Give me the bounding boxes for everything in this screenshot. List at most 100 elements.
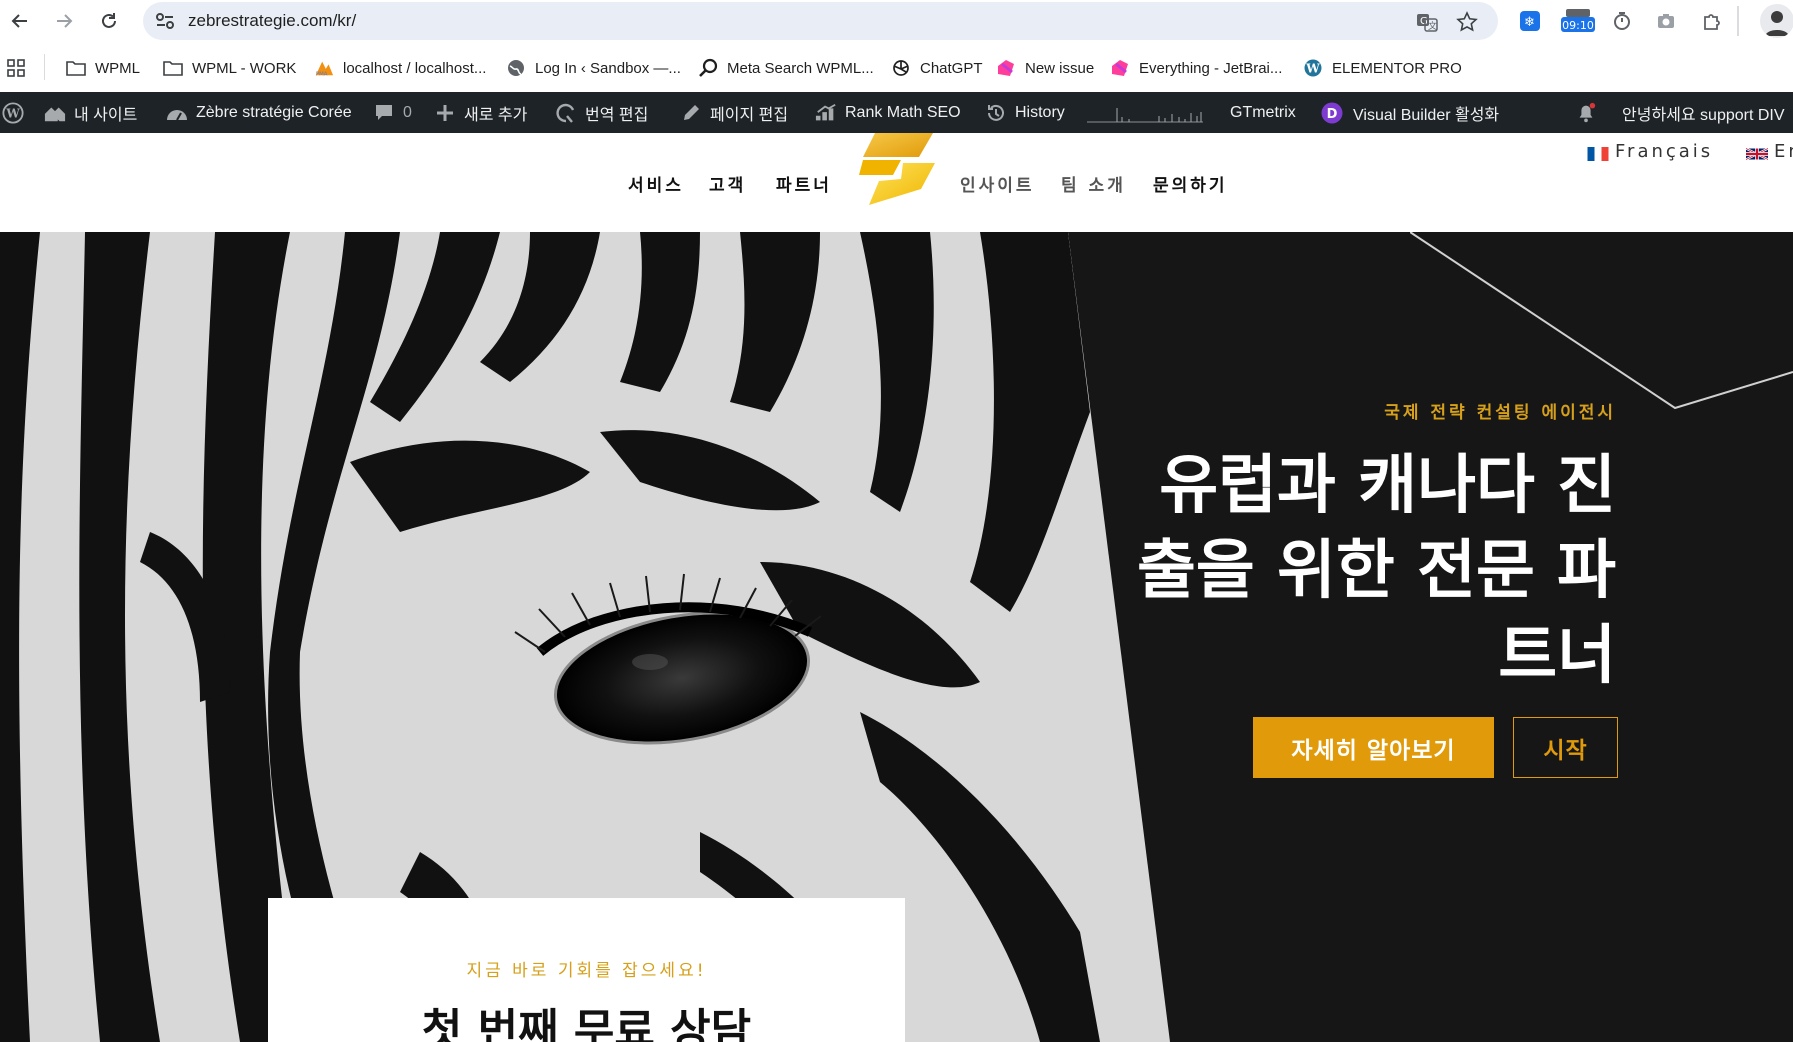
wp-logo-menu[interactable]: W: [2, 92, 24, 133]
svg-text:D: D: [1327, 107, 1338, 122]
query-monitor-sparkline[interactable]: [1087, 92, 1203, 133]
snowflake-extension-icon[interactable]: ❄: [1518, 9, 1542, 33]
bookmark-label: ELEMENTOR PRO: [1332, 59, 1462, 77]
promo-card: 지금 바로 기회를 잡으세요! 첫 번째 무료 상담: [268, 898, 905, 1042]
bookmark-label: WPML - WORK: [192, 59, 297, 77]
back-icon[interactable]: [8, 9, 32, 33]
account-menu[interactable]: 안녕하세요 support DIV: [1622, 92, 1785, 133]
new-content-menu[interactable]: 새로 추가: [434, 92, 527, 133]
phpmyadmin-icon: PMA: [314, 58, 334, 78]
profile-avatar[interactable]: [1760, 4, 1793, 38]
my-sites-menu[interactable]: 내 사이트: [44, 92, 137, 133]
hero-title: 유럽과 캐나다 진 출을 위한 전문 파 트너: [1136, 444, 1616, 699]
bookmark-everything-jetbrains[interactable]: Everything - JetBrai...: [1110, 56, 1282, 80]
svg-text:PMA: PMA: [316, 71, 328, 77]
site-header: 서비스 고객 파트너 인사이트 팀 소개 문의하기 Français E: [0, 133, 1793, 232]
hero-title-line: 출을 위한 전문 파: [1136, 534, 1616, 608]
comments-count: 0: [403, 103, 412, 121]
bookmark-wpml-work[interactable]: WPML - WORK: [163, 56, 296, 80]
sparkline-chart-icon: [1087, 107, 1203, 122]
history-clock-icon: [985, 102, 1007, 124]
comment-bubble-icon: [373, 102, 395, 124]
bookmarks-divider: [44, 54, 45, 80]
toolbar-divider: [1737, 6, 1739, 36]
jetbrains-icon: [1110, 58, 1130, 78]
reload-icon[interactable]: [97, 9, 121, 33]
edit-page-label: 페이지 편집: [710, 106, 789, 124]
bookmark-label: WPML: [95, 59, 140, 77]
site-info-icon[interactable]: [155, 12, 175, 30]
bookmark-new-issue[interactable]: New issue: [996, 56, 1094, 80]
gtmetrix-menu[interactable]: GTmetrix: [1230, 92, 1296, 133]
rank-math-label: Rank Math SEO: [845, 103, 961, 121]
france-flag-icon: [1587, 145, 1609, 161]
nav-item-partners[interactable]: 파트너: [776, 171, 832, 196]
learn-more-button[interactable]: 자세히 알아보기: [1253, 717, 1494, 778]
nav-item-contact[interactable]: 문의하기: [1153, 171, 1228, 196]
promo-eyebrow: 지금 바로 기회를 잡으세요!: [466, 961, 707, 981]
greeting-label: 안녕하세요 support DIV: [1622, 106, 1785, 124]
translate-menu[interactable]: 번역 편집: [555, 92, 648, 133]
wordpress-icon: W: [1303, 58, 1323, 78]
bookmark-wpml[interactable]: WPML: [66, 56, 140, 80]
start-button[interactable]: 시작: [1513, 717, 1618, 778]
new-content-label: 새로 추가: [464, 106, 528, 124]
hero-title-line: 유럽과 캐나다 진: [1159, 449, 1616, 523]
bookmark-label: Everything - JetBrai...: [1139, 59, 1283, 77]
clock-extension-icon[interactable]: 09:10: [1560, 9, 1596, 33]
notifications-menu[interactable]: [1575, 92, 1605, 133]
translate-icon[interactable]: G文: [1416, 11, 1438, 33]
wpml-translate-icon: [555, 102, 577, 124]
comments-menu[interactable]: 0: [373, 92, 412, 133]
url-text[interactable]: zebrestrategie.com/kr/: [188, 11, 356, 31]
apps-grid-icon[interactable]: [6, 58, 26, 78]
uk-flag-icon: [1745, 145, 1769, 160]
bookmark-chatgpt[interactable]: ChatGPT: [891, 56, 983, 80]
edit-page-menu[interactable]: 페이지 편집: [680, 92, 788, 133]
bookmark-label: New issue: [1025, 59, 1095, 77]
my-sites-label: 내 사이트: [74, 106, 138, 124]
promo-title: 첫 번째 무료 상담: [421, 1005, 752, 1042]
wp-admin-bar: W 내 사이트 Zèbre stratégie Corée 0 새로 추가 번역…: [0, 92, 1793, 133]
camera-icon[interactable]: [1654, 9, 1678, 33]
site-logo[interactable]: [859, 133, 935, 206]
folder-icon: [163, 58, 183, 78]
bookmark-elementor-pro[interactable]: W ELEMENTOR PRO: [1303, 56, 1462, 80]
bookmark-meta-search[interactable]: Meta Search WPML...: [698, 56, 874, 80]
openai-icon: [891, 58, 911, 78]
bookmark-sandbox-login[interactable]: Log In ‹ Sandbox —...: [506, 56, 681, 80]
history-menu[interactable]: History: [985, 92, 1065, 133]
nav-item-insights[interactable]: 인사이트: [960, 171, 1035, 196]
hero-title-line: 트너: [1498, 619, 1616, 693]
dashboard-gauge-icon: [166, 102, 188, 124]
visual-builder-menu[interactable]: D Visual Builder 활성화: [1321, 92, 1499, 133]
clock-text: 09:10: [1562, 19, 1594, 32]
plus-icon: [434, 102, 456, 124]
nav-item-clients[interactable]: 고객: [709, 171, 746, 196]
bookmark-label: Log In ‹ Sandbox —...: [535, 59, 681, 77]
extensions-puzzle-icon[interactable]: [1700, 9, 1724, 33]
svg-text:文: 文: [1428, 20, 1437, 32]
visual-builder-label: Visual Builder 활성화: [1353, 106, 1500, 124]
site-name-menu[interactable]: Zèbre stratégie Corée: [166, 92, 352, 133]
bookmark-star-icon[interactable]: [1456, 11, 1478, 33]
svg-text:❄: ❄: [1524, 15, 1535, 30]
pencil-icon: [680, 102, 702, 124]
bell-icon: [1575, 102, 1597, 124]
address-bar[interactable]: zebrestrategie.com/kr/ G文: [143, 2, 1498, 40]
globe-icon: [506, 58, 526, 78]
nav-item-services[interactable]: 서비스: [628, 171, 684, 196]
nav-item-team[interactable]: 팀 소개: [1061, 171, 1126, 196]
language-switch-fr[interactable]: Français: [1587, 141, 1713, 162]
rank-math-icon: [815, 102, 837, 124]
jetbrains-icon: [996, 58, 1016, 78]
bookmark-label: ChatGPT: [920, 59, 983, 77]
rank-math-menu[interactable]: Rank Math SEO: [815, 92, 961, 133]
svg-text:W: W: [1305, 62, 1320, 76]
timer-icon[interactable]: [1610, 9, 1634, 33]
history-label: History: [1015, 103, 1065, 121]
bookmark-localhost[interactable]: PMA localhost / localhost...: [314, 56, 486, 80]
forward-icon[interactable]: [52, 9, 76, 33]
bookmark-label: localhost / localhost...: [343, 59, 487, 77]
language-switch-en[interactable]: En: [1745, 141, 1793, 162]
